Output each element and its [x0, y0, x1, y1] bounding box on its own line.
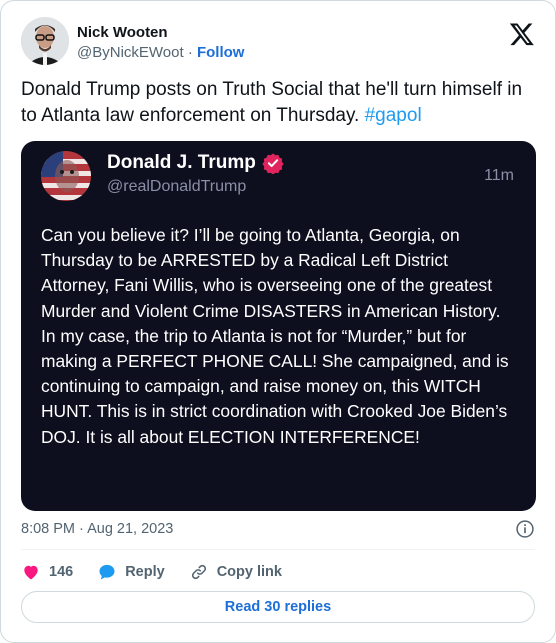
- embed-post-text: Can you believe it? I’ll be going to Atl…: [41, 225, 509, 447]
- author-handle-line: @ByNickEWoot · Follow: [77, 43, 244, 63]
- reply-label: Reply: [125, 564, 165, 580]
- author-info: Nick Wooten @ByNickEWoot · Follow: [77, 23, 244, 63]
- reply-button[interactable]: Reply: [97, 562, 165, 582]
- embed-author-handle: @realDonaldTrump: [107, 178, 247, 195]
- embed-timestamp: 11m: [484, 167, 514, 184]
- hashtag-link[interactable]: #gapol: [365, 105, 422, 126]
- tweet-header: Nick Wooten @ByNickEWoot · Follow: [21, 17, 535, 69]
- like-count: 146: [49, 564, 74, 580]
- tweet-card: Nick Wooten @ByNickEWoot · Follow Donald…: [0, 0, 556, 643]
- like-button[interactable]: 146: [21, 562, 73, 582]
- tweet-timestamp[interactable]: 8:08 PM · Aug 21, 2023: [21, 521, 173, 537]
- tweet-text: Donald Trump posts on Truth Social that …: [21, 77, 531, 129]
- reply-bubble-icon: [99, 564, 115, 580]
- author-handle[interactable]: @ByNickEWoot: [77, 44, 184, 61]
- read-replies-button[interactable]: Read 30 replies: [21, 591, 535, 623]
- x-logo-icon[interactable]: [509, 21, 535, 47]
- avatar[interactable]: [21, 17, 69, 65]
- action-bar: 146 Reply Copy link: [21, 561, 306, 583]
- copy-link-label: Copy link: [216, 564, 282, 580]
- embed-avatar: [41, 151, 91, 201]
- embedded-media-post[interactable]: Donald J. Trump @realDonaldTrump 11m Can…: [21, 141, 536, 511]
- tweet-body: Donald Trump posts on Truth Social that …: [21, 79, 523, 126]
- link-icon: [191, 564, 206, 580]
- embed-name-row: Donald J. Trump: [107, 151, 284, 175]
- copy-link-button[interactable]: Copy link: [189, 562, 282, 582]
- heart-icon: [24, 565, 38, 580]
- follow-button[interactable]: Follow: [197, 44, 245, 61]
- divider: [21, 549, 535, 550]
- verified-badge-icon: [262, 153, 284, 174]
- separator: ·: [187, 44, 193, 61]
- embed-author-name: Donald J. Trump: [107, 152, 256, 173]
- info-icon[interactable]: [515, 519, 535, 539]
- author-name[interactable]: Nick Wooten: [77, 23, 244, 43]
